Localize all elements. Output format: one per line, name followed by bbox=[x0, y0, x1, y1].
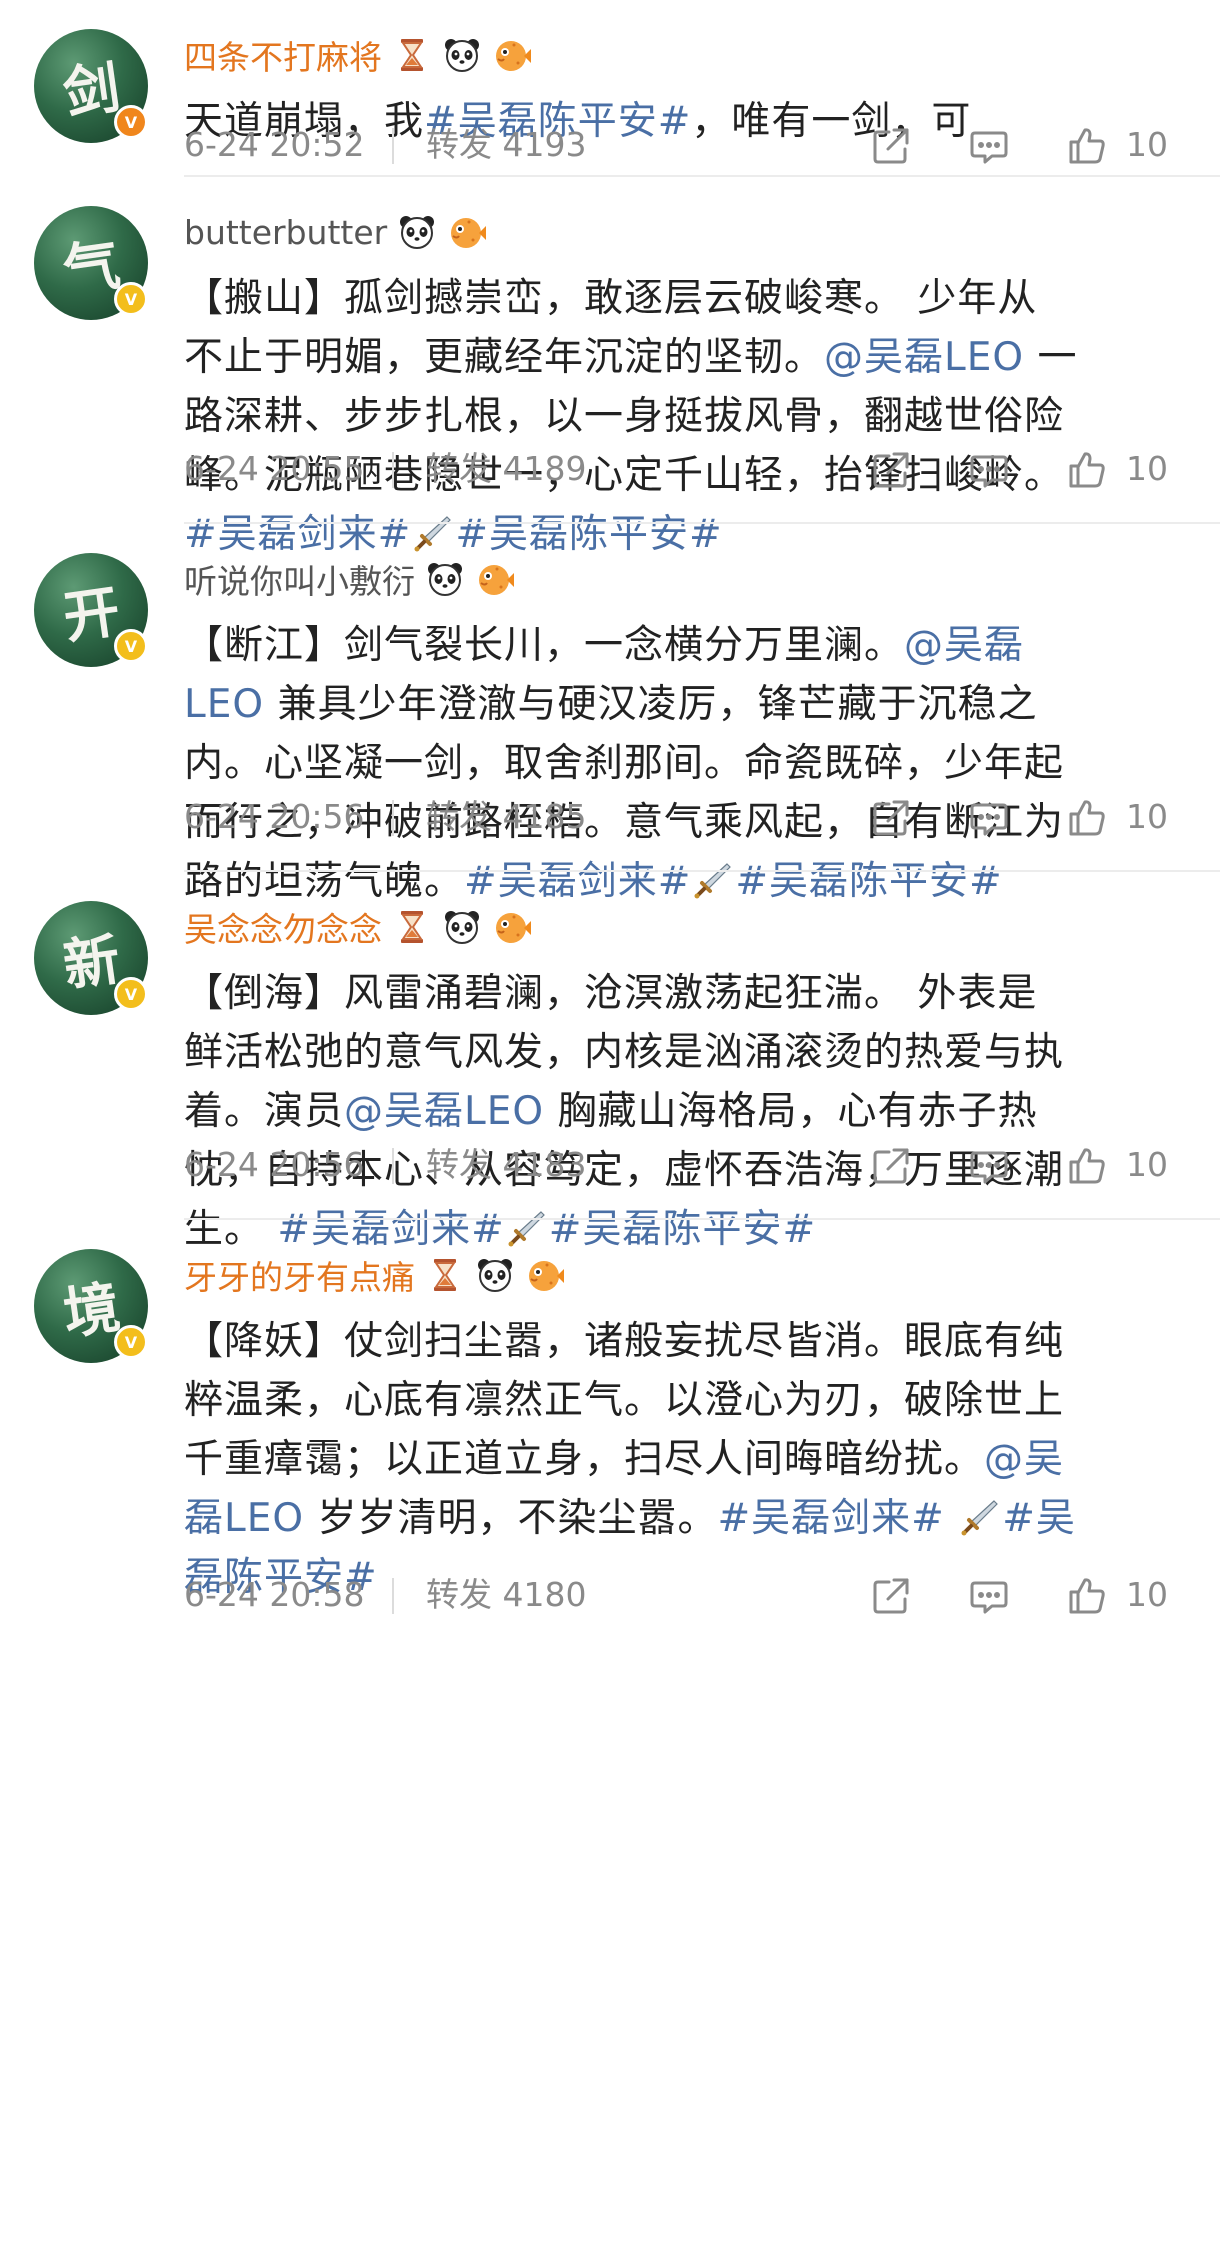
thumbs-up-icon[interactable] bbox=[1066, 449, 1108, 491]
hashtag-link[interactable]: #吴磊剑来# bbox=[717, 1496, 944, 1541]
thumbs-up-icon[interactable] bbox=[1066, 797, 1108, 839]
repost-count[interactable]: 转发 4185 bbox=[426, 792, 586, 842]
separator bbox=[392, 128, 394, 164]
verified-badge-icon: V bbox=[114, 977, 148, 1011]
like-count[interactable]: 10 bbox=[1126, 1570, 1168, 1620]
action-bar: 6-24 20:55 转发 4189 10 bbox=[184, 444, 1220, 494]
action-bar: 6-24 20:52 转发 4193 10 bbox=[184, 120, 1220, 170]
username[interactable]: 牙牙的牙有点痛 bbox=[184, 1251, 415, 1299]
verified-badge-icon: V bbox=[114, 105, 148, 139]
action-bar: 6-24 20:56 转发 4183 10 bbox=[184, 1140, 1220, 1190]
avatar[interactable]: 开V bbox=[34, 553, 148, 667]
avatar[interactable]: 剑V bbox=[34, 29, 148, 143]
verified-badge-icon: V bbox=[114, 629, 148, 663]
like-count[interactable]: 10 bbox=[1126, 444, 1168, 494]
pufferfish-icon bbox=[492, 35, 532, 75]
username-row: 四条不打麻将 bbox=[184, 30, 532, 80]
avatar[interactable]: 新V bbox=[34, 901, 148, 1015]
like-count[interactable]: 10 bbox=[1126, 120, 1168, 170]
timestamp: 6-24 20:52 bbox=[184, 125, 365, 164]
panda-icon bbox=[425, 559, 465, 599]
share-icon[interactable] bbox=[870, 797, 912, 839]
hourglass-icon bbox=[392, 35, 432, 75]
thumbs-up-icon[interactable] bbox=[1066, 125, 1108, 167]
pufferfish-icon bbox=[492, 907, 532, 947]
comment-item: 气 Vbutterbutter 【搬山】孤剑撼崇峦，敢逐层云破峻寒。 少年从 不止于… bbox=[0, 177, 1220, 557]
separator bbox=[392, 452, 394, 488]
comment-text: 【降妖】仗剑扫尘嚣，诸般妄扰尽皆消。眼底有纯 粹温柔，心底有凛然正气。以澄心为刃… bbox=[184, 1312, 1184, 1607]
verified-badge-icon: V bbox=[114, 282, 148, 316]
pufferfish-icon bbox=[525, 1255, 565, 1295]
username[interactable]: 听说你叫小敷衍 bbox=[184, 555, 415, 603]
hourglass-icon bbox=[392, 907, 432, 947]
timestamp: 6-24 20:56 bbox=[184, 797, 365, 836]
share-icon[interactable] bbox=[870, 125, 912, 167]
share-icon[interactable] bbox=[870, 1575, 912, 1617]
mention-link[interactable]: @吴磊LEO bbox=[824, 335, 1024, 380]
repost-count[interactable]: 转发 4189 bbox=[426, 444, 586, 494]
comment-text: 【断江】剑气裂长川，一念横分万里澜。@吴磊 LEO 兼具少年澄澈与硬汉凌厉，锋芒… bbox=[184, 616, 1184, 911]
pufferfish-icon bbox=[475, 559, 515, 599]
comment-text: 【倒海】风雷涌碧澜，沧溟激荡起狂湍。 外表是 鲜活松弛的意气风发，内核是汹涌滚烫… bbox=[184, 964, 1184, 1259]
username-row: butterbutter bbox=[184, 207, 487, 257]
hourglass-icon bbox=[425, 1255, 465, 1295]
avatar[interactable]: 境V bbox=[34, 1249, 148, 1363]
separator bbox=[392, 800, 394, 836]
comment-item: 剑 V 四条不打麻将 天道崩塌，我#吴磊陈平安#，唯有一剑，可 6-24 20:52 转发… bbox=[0, 0, 1220, 177]
text-segment: 【断江】剑气裂长川，一念横分万里澜。 bbox=[184, 623, 905, 668]
username-row: 吴念念勿念念 bbox=[184, 902, 532, 952]
action-bar: 6-24 20:58 转发 4180 10 bbox=[184, 1570, 1220, 1620]
comment-text: 【搬山】孤剑撼崇峦，敢逐层云破峻寒。 少年从 不止于明媚，更藏经年沉淀的坚韧。@… bbox=[184, 269, 1184, 564]
username[interactable]: butterbutter bbox=[184, 213, 387, 252]
panda-icon bbox=[475, 1255, 515, 1295]
avatar[interactable]: 气V bbox=[34, 206, 148, 320]
pufferfish-icon bbox=[447, 212, 487, 252]
comment-item: 境 V 牙牙的牙有点痛【降妖】仗剑扫尘嚣，诸般妄扰尽皆消。眼底有纯 粹温柔，心底有凛… bbox=[0, 1220, 1220, 1650]
timestamp: 6-24 20:58 bbox=[184, 1575, 365, 1614]
username[interactable]: 吴念念勿念念 bbox=[184, 903, 382, 951]
thumbs-up-icon[interactable] bbox=[1066, 1575, 1108, 1617]
username-row: 牙牙的牙有点痛 bbox=[184, 1250, 565, 1300]
username-row: 听说你叫小敷衍 bbox=[184, 554, 515, 604]
text-segment: 岁岁清明，不染尘嚣。 bbox=[304, 1496, 718, 1541]
text-segment bbox=[945, 1496, 958, 1541]
action-bar: 6-24 20:56 转发 4185 10 bbox=[184, 792, 1220, 842]
share-icon[interactable] bbox=[870, 1145, 912, 1187]
sword-icon bbox=[960, 1495, 1000, 1536]
comment-icon[interactable] bbox=[968, 125, 1010, 167]
like-count[interactable]: 10 bbox=[1126, 792, 1168, 842]
comment-icon[interactable] bbox=[968, 797, 1010, 839]
timestamp: 6-24 20:55 bbox=[184, 449, 365, 488]
comment-icon[interactable] bbox=[968, 1145, 1010, 1187]
comment-icon[interactable] bbox=[968, 449, 1010, 491]
comment-item: 新 V 吴念念勿念念 【倒海】风雷涌碧澜，沧溟激荡起狂湍。 外表是 鲜活松弛的意气风发… bbox=[0, 872, 1220, 1252]
panda-icon bbox=[442, 907, 482, 947]
comment-icon[interactable] bbox=[968, 1575, 1010, 1617]
repost-count[interactable]: 转发 4183 bbox=[426, 1140, 586, 1190]
thumbs-up-icon[interactable] bbox=[1066, 1145, 1108, 1187]
verified-badge-icon: V bbox=[114, 1325, 148, 1359]
repost-count[interactable]: 转发 4193 bbox=[426, 120, 586, 170]
panda-icon bbox=[442, 35, 482, 75]
mention-link[interactable]: @吴磊LEO bbox=[344, 1089, 544, 1134]
panda-icon bbox=[397, 212, 437, 252]
repost-count[interactable]: 转发 4180 bbox=[426, 1570, 586, 1620]
text-segment: 【降妖】仗剑扫尘嚣，诸般妄扰尽皆消。眼底有纯 粹温柔，心底有凛然正气。以澄心为刃… bbox=[184, 1319, 1065, 1482]
username[interactable]: 四条不打麻将 bbox=[184, 31, 382, 79]
like-count[interactable]: 10 bbox=[1126, 1140, 1168, 1190]
separator bbox=[392, 1148, 394, 1184]
share-icon[interactable] bbox=[870, 449, 912, 491]
comment-feed: 剑 V 四条不打麻将 天道崩塌，我#吴磊陈平安#，唯有一剑，可 6-24 20:52 转发… bbox=[0, 0, 1220, 2254]
separator bbox=[392, 1578, 394, 1614]
comment-item: 开 V 听说你叫小敷衍 【断江】剑气裂长川，一念横分万里澜。@吴磊 LEO 兼具少年澄… bbox=[0, 524, 1220, 904]
timestamp: 6-24 20:56 bbox=[184, 1145, 365, 1184]
